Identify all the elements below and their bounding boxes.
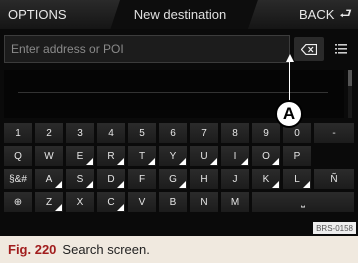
key-v[interactable]: V (128, 192, 156, 212)
globe-icon[interactable]: ⊕ (4, 192, 32, 212)
key-n[interactable]: N (190, 192, 218, 212)
key-y[interactable]: Y (159, 146, 187, 166)
search-placeholder: Enter address or POI (11, 42, 124, 56)
scrollbar[interactable] (348, 70, 352, 118)
back-label: BACK (298, 7, 335, 22)
callout-arrow-icon (286, 54, 294, 62)
screen-title: New destination (133, 7, 227, 22)
key-h[interactable]: H (190, 169, 218, 189)
key-e[interactable]: E (66, 146, 94, 166)
key-m[interactable]: M (221, 192, 249, 212)
key-4[interactable]: 4 (97, 123, 125, 143)
key-w[interactable]: W (35, 146, 63, 166)
image-code: BRS-0158 (313, 222, 356, 234)
key-3[interactable]: 3 (66, 123, 94, 143)
key-2[interactable]: 2 (35, 123, 63, 143)
key-9[interactable]: 9 (252, 123, 280, 143)
key-7[interactable]: 7 (190, 123, 218, 143)
callout-leader-line (289, 56, 290, 101)
back-button[interactable]: BACK ⮐ (248, 0, 358, 29)
key-t[interactable]: T (128, 146, 156, 166)
key-a[interactable]: A (35, 169, 63, 189)
options-label: OPTIONS (8, 7, 67, 22)
key-s[interactable]: S (66, 169, 94, 189)
key-6[interactable]: 6 (159, 123, 187, 143)
key-d[interactable]: D (97, 169, 125, 189)
infotainment-screen: OPTIONS New destination BACK ⮐ Enter add… (0, 0, 358, 236)
return-arrow-icon: ⮐ (339, 4, 352, 21)
key-8[interactable]: 8 (221, 123, 249, 143)
key-g[interactable]: G (159, 169, 187, 189)
list-view-button[interactable] (330, 37, 352, 61)
key-r[interactable]: R (97, 146, 125, 166)
search-row: Enter address or POI (0, 33, 358, 65)
key-o[interactable]: O (252, 146, 280, 166)
key-b[interactable]: B (159, 192, 187, 212)
scrollbar-thumb[interactable] (348, 70, 352, 86)
key-1[interactable]: 1 (4, 123, 32, 143)
options-button[interactable]: OPTIONS (0, 0, 120, 29)
key-i[interactable]: I (221, 146, 249, 166)
key-5[interactable]: 5 (128, 123, 156, 143)
space-icon[interactable]: ⎵ (252, 192, 354, 212)
key-n-tilde[interactable]: Ñ (314, 169, 354, 189)
key-f[interactable]: F (128, 169, 156, 189)
figure-number: Fig. 220 (8, 242, 57, 257)
backspace-icon (301, 43, 317, 55)
backspace-button[interactable] (294, 37, 324, 61)
key-symbols[interactable]: §&# (4, 169, 32, 189)
key-j[interactable]: J (221, 169, 249, 189)
header-bar: OPTIONS New destination BACK ⮐ (0, 0, 358, 29)
key-hyphen[interactable]: - (314, 123, 354, 143)
key-k[interactable]: K (252, 169, 280, 189)
key-p[interactable]: P (283, 146, 311, 166)
key-q[interactable]: Q (4, 146, 32, 166)
search-input[interactable]: Enter address or POI (4, 35, 290, 63)
results-divider (18, 92, 328, 93)
key-u[interactable]: U (190, 146, 218, 166)
list-icon (335, 44, 347, 54)
figure-caption: Fig. 220 Search screen. (0, 236, 358, 263)
figure-text: Search screen. (62, 242, 150, 257)
key-c[interactable]: C (97, 192, 125, 212)
key-x[interactable]: X (66, 192, 94, 212)
key-l[interactable]: L (283, 169, 311, 189)
key-z[interactable]: Z (35, 192, 63, 212)
on-screen-keyboard: 1 2 3 4 5 6 7 8 9 0 - Q W E R T Y U I O … (0, 121, 358, 236)
callout-a: A (275, 100, 303, 128)
